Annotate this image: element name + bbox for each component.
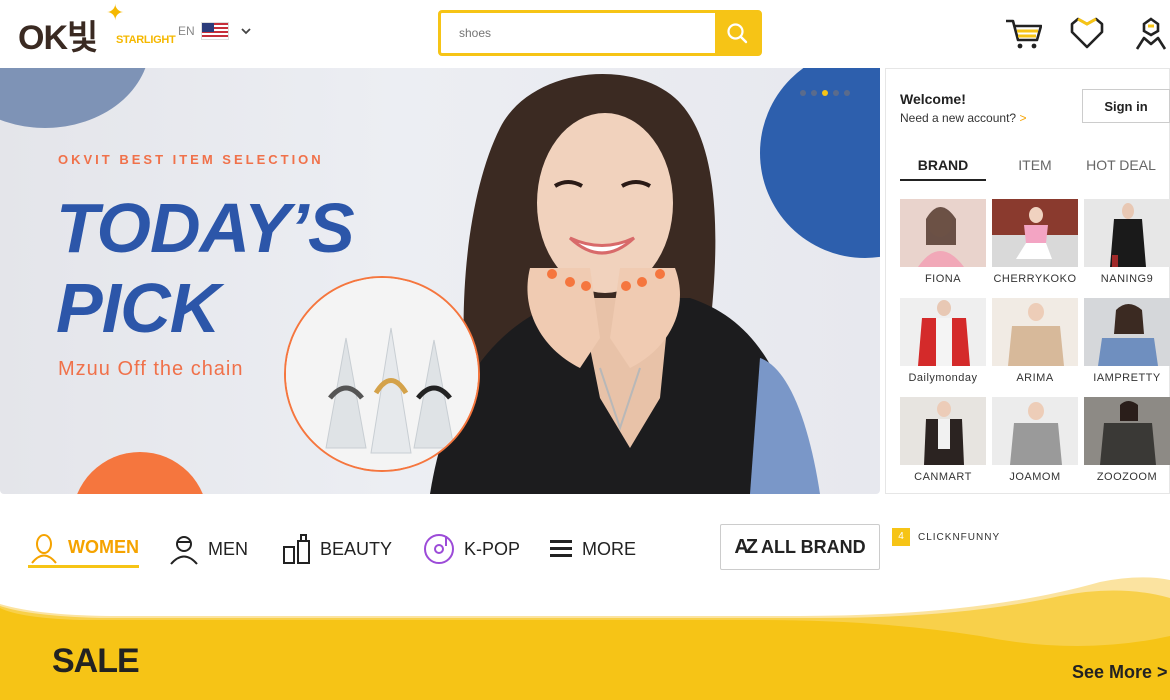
category-women[interactable]: WOMEN — [28, 530, 139, 568]
brand-name: FIONA — [924, 273, 962, 285]
sale-section: SALE See More > — [0, 576, 1170, 700]
category-more[interactable]: MORE — [550, 530, 636, 568]
logo-subtitle: STARLIGHT — [116, 34, 176, 46]
brand-name: CHERRYKOKO — [993, 273, 1077, 285]
decor-circle — [72, 452, 208, 494]
us-flag-icon — [200, 22, 229, 40]
search-button[interactable] — [715, 13, 759, 53]
banner-title-line: PICK — [56, 269, 220, 347]
brand-thumbnail — [900, 397, 986, 465]
see-more-link[interactable]: See More > — [1072, 662, 1168, 683]
brand-thumbnail — [992, 298, 1078, 366]
language-code: EN — [178, 24, 195, 38]
music-disc-icon — [424, 534, 454, 564]
brand-name: NANING9 — [1100, 273, 1154, 285]
sale-background — [0, 577, 1170, 700]
category-men[interactable]: MEN — [168, 530, 248, 568]
category-kpop[interactable]: K-POP — [422, 530, 520, 568]
signin-button[interactable]: Sign in — [1082, 89, 1170, 123]
welcome-text: Welcome! — [900, 91, 966, 107]
category-label: WOMEN — [68, 537, 139, 557]
search-bar — [438, 10, 762, 56]
banner-subtitle: Mzuu Off the chain — [58, 358, 244, 380]
side-panel: Welcome! Need a new account? > Sign in B… — [885, 68, 1170, 494]
az-icon: AZ — [734, 535, 758, 558]
banner-kicker: OKVIT BEST ITEM SELECTION — [58, 152, 324, 167]
search-icon — [727, 23, 748, 44]
category-label: MORE — [582, 538, 636, 559]
heart-icon[interactable] — [1068, 16, 1106, 50]
logo-star-icon: ✦ — [106, 0, 125, 25]
user-icon[interactable] — [1132, 16, 1170, 50]
brand-card[interactable]: CHERRYKOKO — [992, 199, 1078, 298]
brand-thumbnail — [1084, 298, 1170, 366]
brand-card[interactable]: ZOOZOOM — [1084, 397, 1170, 496]
menu-icon — [550, 540, 572, 557]
brand-thumbnail — [900, 298, 986, 366]
arrow-icon: > — [1019, 111, 1027, 125]
hero-banner[interactable]: OKVIT BEST ITEM SELECTION TODAY’S PICK M… — [0, 68, 880, 494]
tab-brand[interactable]: BRAND — [900, 149, 986, 181]
brand-card[interactable]: JOAMOM — [992, 397, 1078, 496]
signup-text: Need a new account? — [900, 111, 1017, 125]
cart-icon[interactable] — [1004, 16, 1043, 50]
tab-item[interactable]: ITEM — [992, 149, 1078, 181]
language-selector[interactable]: EN — [178, 22, 251, 40]
cosmetics-icon — [283, 534, 310, 564]
brand-card[interactable]: NANING9 — [1084, 199, 1170, 298]
rank-number: 4 — [892, 528, 910, 546]
category-beauty[interactable]: BEAUTY — [282, 530, 392, 568]
brand-card[interactable]: CANMART — [900, 397, 986, 496]
category-label: BEAUTY — [320, 538, 393, 559]
decor-circle — [0, 68, 150, 128]
logo-text: OK빛 — [18, 19, 98, 57]
chevron-down-icon — [241, 24, 251, 38]
brand-thumbnail — [900, 199, 986, 267]
site-logo[interactable]: OK빛 ✦ STARLIGHT — [18, 0, 178, 57]
category-label: K-POP — [464, 538, 521, 559]
brand-card[interactable]: Dailymonday — [900, 298, 986, 397]
brand-thumbnail — [1084, 397, 1170, 465]
all-brand-label: ALL BRAND — [761, 536, 866, 557]
woman-icon — [31, 533, 57, 564]
man-icon — [170, 536, 198, 565]
brand-card[interactable]: ARIMA — [992, 298, 1078, 397]
brand-grid: FIONA CHERRYKOKO NANING9 Dailymonday ARI… — [900, 199, 1170, 496]
brand-name: JOAMOM — [1009, 471, 1061, 483]
brand-name: ZOOZOOM — [1096, 471, 1158, 483]
search-input[interactable] — [441, 13, 717, 53]
brand-name: Dailymonday — [908, 372, 978, 384]
brand-name: IAMPRETTY — [1093, 372, 1161, 384]
brand-card[interactable]: FIONA — [900, 199, 986, 298]
banner-title-line: TODAY’S — [56, 189, 355, 267]
sale-title: SALE — [52, 642, 140, 680]
tab-hot-deal[interactable]: HOT DEAL — [1078, 149, 1164, 181]
site-header: OK빛 ✦ STARLIGHT EN — [0, 0, 1170, 68]
category-label: MEN — [208, 538, 248, 559]
brand-thumbnail — [992, 199, 1078, 267]
brand-name: ARIMA — [1016, 372, 1054, 384]
brand-name: CANMART — [914, 471, 972, 483]
brand-thumbnail — [992, 397, 1078, 465]
rank-brand-name: CLICKNFUNNY — [918, 531, 1001, 543]
banner-title: TODAY’S PICK — [56, 188, 355, 348]
brand-card[interactable]: IAMPRETTY — [1084, 298, 1170, 397]
brand-ranking[interactable]: 4 CLICKNFUNNY — [892, 528, 1000, 546]
all-brand-button[interactable]: AZ ALL BRAND — [720, 524, 880, 570]
brand-thumbnail — [1084, 199, 1170, 267]
panel-tabs: BRAND ITEM HOT DEAL — [900, 149, 1170, 181]
header-actions — [1004, 16, 1170, 50]
signup-link[interactable]: Need a new account? > — [900, 111, 1026, 125]
